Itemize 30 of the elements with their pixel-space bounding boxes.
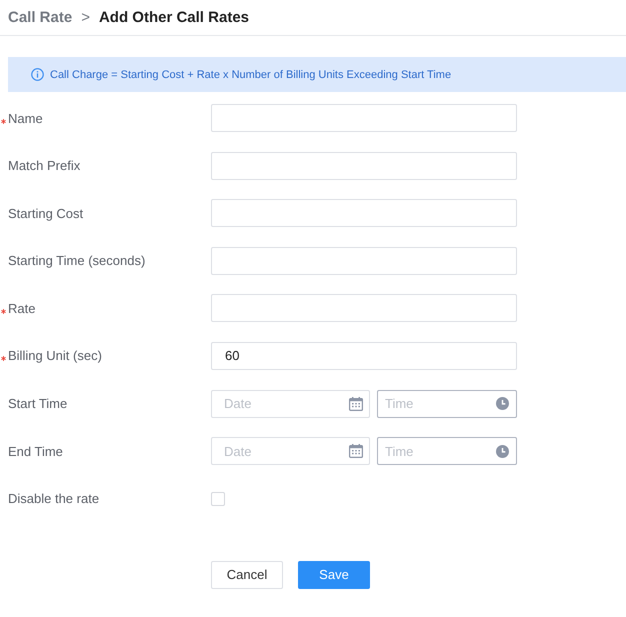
info-text: Call Charge = Starting Cost + Rate x Number of Billing Units Exceeding Start Time (50, 68, 452, 80)
breadcrumb-item: Add Other Call Rates (98, 8, 249, 26)
calendar-icon (349, 396, 363, 411)
date-field[interactable]: Date (211, 437, 370, 466)
field-label: Name (8, 110, 43, 126)
field-label: End Time (8, 444, 63, 459)
field-label: Disable the rate (8, 491, 100, 506)
input-field[interactable] (211, 199, 517, 228)
field-label: Starting Cost (8, 206, 84, 221)
field-label: Rate (8, 300, 36, 316)
input-field[interactable]: 60 (211, 342, 517, 370)
calendar-icon (349, 444, 363, 458)
input-field[interactable] (211, 152, 517, 180)
clock-icon (496, 397, 509, 410)
date-field[interactable]: Date (211, 390, 370, 418)
info-icon (31, 68, 44, 81)
field-label: Starting Time (seconds) (8, 253, 146, 268)
input-field[interactable] (211, 246, 517, 275)
cancel-button[interactable]: Cancel (211, 560, 283, 589)
input-field[interactable] (211, 104, 517, 132)
checkbox[interactable] (211, 492, 225, 506)
field-label: Start Time (8, 396, 68, 412)
field-label: Match Prefix (8, 158, 80, 174)
time-field[interactable]: Time (377, 437, 517, 466)
input-field[interactable] (211, 294, 517, 322)
time-field[interactable]: Time (377, 390, 517, 418)
breadcrumb-separator: > (81, 8, 90, 26)
field-label: Billing Unit (sec) (8, 348, 102, 364)
breadcrumb-item[interactable]: Call Rate (8, 8, 72, 26)
clock-icon (496, 444, 509, 458)
